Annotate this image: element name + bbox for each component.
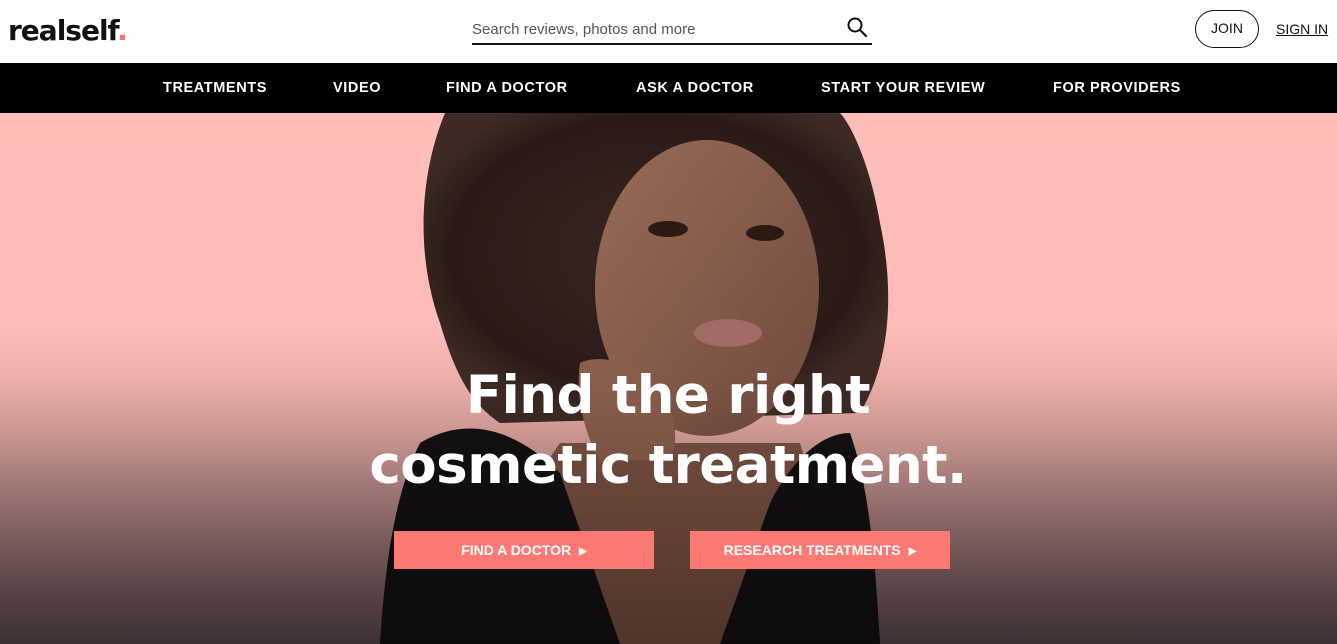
nav-item-start-your-review[interactable]: START YOUR REVIEW: [821, 63, 985, 113]
hero-headline-line2: cosmetic treatment.: [369, 435, 967, 496]
search-input[interactable]: [472, 16, 832, 42]
site-header: realself. JOIN SIGN IN: [0, 0, 1337, 63]
sign-in-link[interactable]: SIGN IN: [1276, 20, 1328, 38]
play-arrow-icon: ▶: [579, 546, 587, 557]
logo-text: realself: [8, 14, 118, 47]
main-nav: TREATMENTS VIDEO FIND A DOCTOR ASK A DOC…: [0, 63, 1337, 113]
hero-headline-line1: Find the right: [465, 365, 871, 426]
search-bar: [472, 14, 872, 45]
hero-headline: Find the right cosmetic treatment.: [368, 361, 968, 501]
search-icon[interactable]: [846, 16, 868, 38]
join-button[interactable]: JOIN: [1195, 10, 1259, 48]
nav-item-ask-a-doctor[interactable]: ASK A DOCTOR: [636, 63, 754, 113]
nav-item-treatments[interactable]: TREATMENTS: [163, 63, 267, 113]
find-a-doctor-button[interactable]: FIND A DOCTOR ▶: [394, 531, 654, 569]
nav-item-find-a-doctor[interactable]: FIND A DOCTOR: [446, 63, 568, 113]
realself-logo[interactable]: realself.: [8, 14, 128, 48]
research-treatments-button-label: RESEARCH TREATMENTS: [723, 542, 901, 558]
play-arrow-icon: ▶: [908, 546, 917, 557]
find-a-doctor-button-label: FIND A DOCTOR: [461, 542, 572, 558]
nav-item-video[interactable]: VIDEO: [333, 63, 381, 113]
logo-dot: .: [117, 14, 128, 47]
hero-section: Find the right cosmetic treatment. FIND …: [0, 113, 1337, 644]
research-treatments-button[interactable]: RESEARCH TREATMENTS ▶: [690, 531, 950, 569]
nav-item-for-providers[interactable]: FOR PROVIDERS: [1053, 63, 1181, 113]
